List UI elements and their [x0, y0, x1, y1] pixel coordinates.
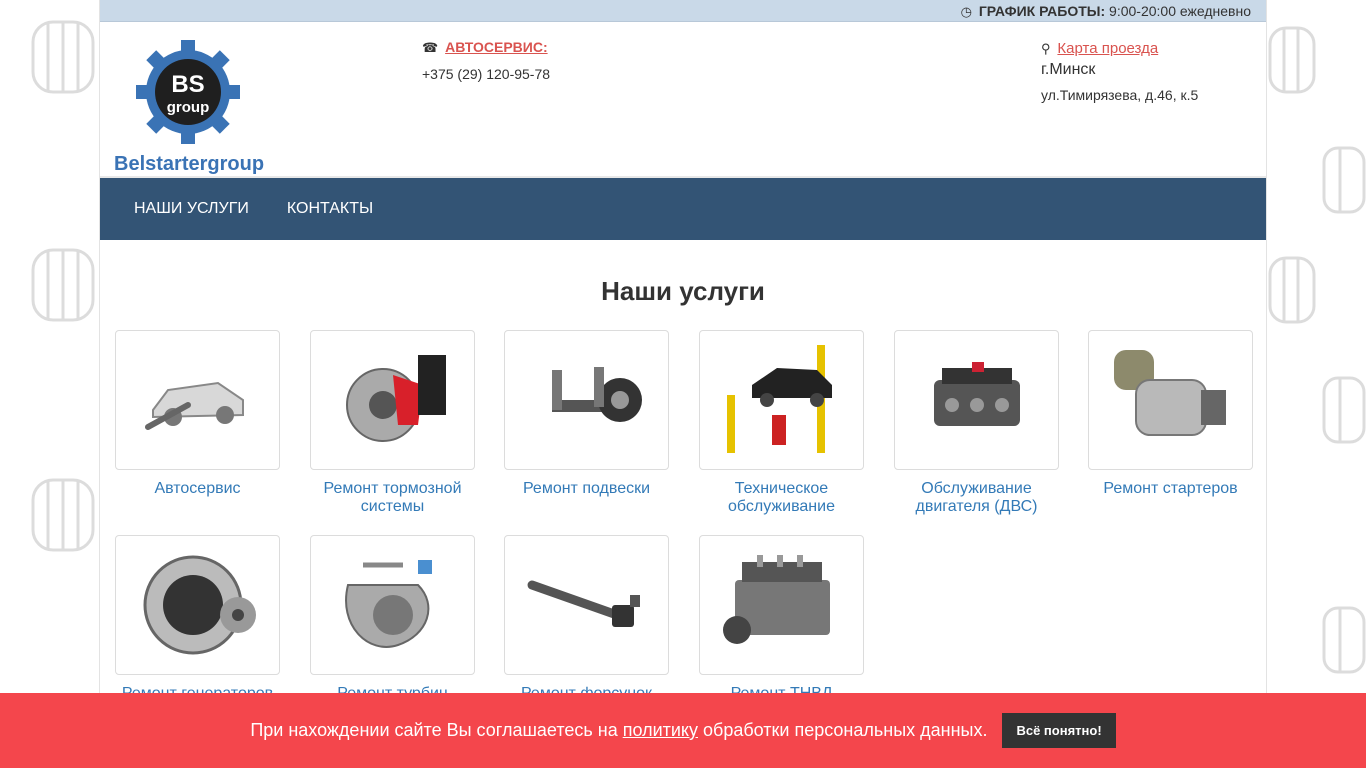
- site-logo[interactable]: BS group Belstartergroup: [114, 38, 264, 178]
- car-service-icon: [115, 330, 280, 470]
- phone-block: ☎ АВТОСЕРВИС: +375 (29) 120-95-78: [422, 39, 550, 82]
- accept-cookies-button[interactable]: Всё понятно!: [1002, 713, 1116, 748]
- main-nav: НАШИ УСЛУГИ КОНТАКТЫ: [100, 178, 1266, 240]
- nav-item-contacts[interactable]: КОНТАКТЫ: [287, 200, 373, 218]
- injector-icon: [504, 535, 669, 675]
- service-label: Ремонт тормозной системы: [323, 480, 462, 515]
- fuel-pump-icon: [699, 535, 864, 675]
- engine-icon: [894, 330, 1059, 470]
- schedule-bar: ◷ ГРАФИК РАБОТЫ: 9:00-20:00 ежедневно: [100, 0, 1266, 22]
- service-card-autoservice[interactable]: Автосервис: [115, 330, 280, 498]
- address-block: ⚲ Карта проезда г.Минск ул.Тимирязева, д…: [1041, 40, 1198, 103]
- nav-item-services[interactable]: НАШИ УСЛУГИ: [134, 200, 249, 218]
- page-container: ◷ ГРАФИК РАБОТЫ: 9:00-20:00 ежедневно BS…: [99, 0, 1267, 768]
- cookie-text-end: обработки персональных данных.: [703, 720, 988, 740]
- service-card-starters[interactable]: Ремонт стартеров: [1088, 330, 1253, 498]
- service-card-fuel-pumps[interactable]: Ремонт ТНВД: [699, 535, 864, 703]
- service-label: Ремонт подвески: [522, 480, 651, 497]
- suspension-icon: [504, 330, 669, 470]
- site-header: BS group Belstartergroup ☎ АВТОСЕРВИС: +…: [100, 22, 1266, 178]
- clock-icon: ◷: [960, 4, 972, 19]
- service-card-injectors[interactable]: Ремонт форсунок: [504, 535, 669, 703]
- schedule-value: 9:00-20:00 ежедневно: [1109, 3, 1251, 19]
- background-starter-icon: [1318, 370, 1366, 450]
- cookie-text-start: При нахождении сайте Вы соглашаетесь на: [250, 720, 618, 740]
- service-label: Ремонт стартеров: [1103, 480, 1238, 497]
- service-label: Техническое обслуживание: [728, 480, 835, 515]
- car-lift-icon: [699, 330, 864, 470]
- service-card-brakes[interactable]: Ремонт тормозной системы: [310, 330, 475, 516]
- map-marker-icon: ⚲: [1041, 41, 1051, 56]
- starter-icon: [1088, 330, 1253, 470]
- service-label: Обслуживание двигателя (ДВС): [915, 480, 1038, 515]
- service-label: Автосервис: [154, 480, 241, 497]
- service-card-alternators[interactable]: Ремонт генераторов: [115, 535, 280, 703]
- background-starter-icon: [1268, 20, 1318, 100]
- background-starter-icon: [28, 240, 98, 330]
- map-link[interactable]: Карта проезда: [1057, 40, 1158, 57]
- svg-text:BS: BS: [171, 71, 204, 98]
- cookie-banner: При нахождении сайте Вы соглашаетесь на …: [0, 693, 1366, 768]
- svg-text:group: group: [167, 99, 210, 116]
- service-card-suspension[interactable]: Ремонт подвески: [504, 330, 669, 498]
- service-card-engine[interactable]: Обслуживание двигателя (ДВС): [894, 330, 1059, 516]
- service-card-maintenance[interactable]: Техническое обслуживание: [699, 330, 864, 516]
- phone-number[interactable]: +375 (29) 120-95-78: [422, 66, 550, 82]
- service-card-turbines[interactable]: Ремонт турбин: [310, 535, 475, 703]
- alternator-icon: [115, 535, 280, 675]
- gear-logo-icon: BS group Belstartergroup: [114, 40, 264, 175]
- phone-icon: ☎: [422, 40, 439, 55]
- background-starter-icon: [28, 470, 98, 560]
- turbo-icon: [310, 535, 475, 675]
- city: г.Минск: [1041, 61, 1096, 78]
- background-starter-icon: [28, 12, 98, 102]
- autoservice-link[interactable]: АВТОСЕРВИС:: [445, 39, 548, 55]
- background-starter-icon: [1318, 140, 1366, 220]
- page-title: Наши услуги: [601, 276, 765, 306]
- street-address: ул.Тимирязева, д.46, к.5: [1041, 87, 1199, 103]
- background-starter-icon: [1268, 250, 1318, 330]
- brake-icon: [310, 330, 475, 470]
- schedule-label: ГРАФИК РАБОТЫ:: [978, 3, 1106, 19]
- privacy-policy-link[interactable]: политику: [623, 720, 698, 741]
- background-starter-icon: [1318, 600, 1366, 680]
- logo-text: Belstartergroup: [114, 153, 264, 175]
